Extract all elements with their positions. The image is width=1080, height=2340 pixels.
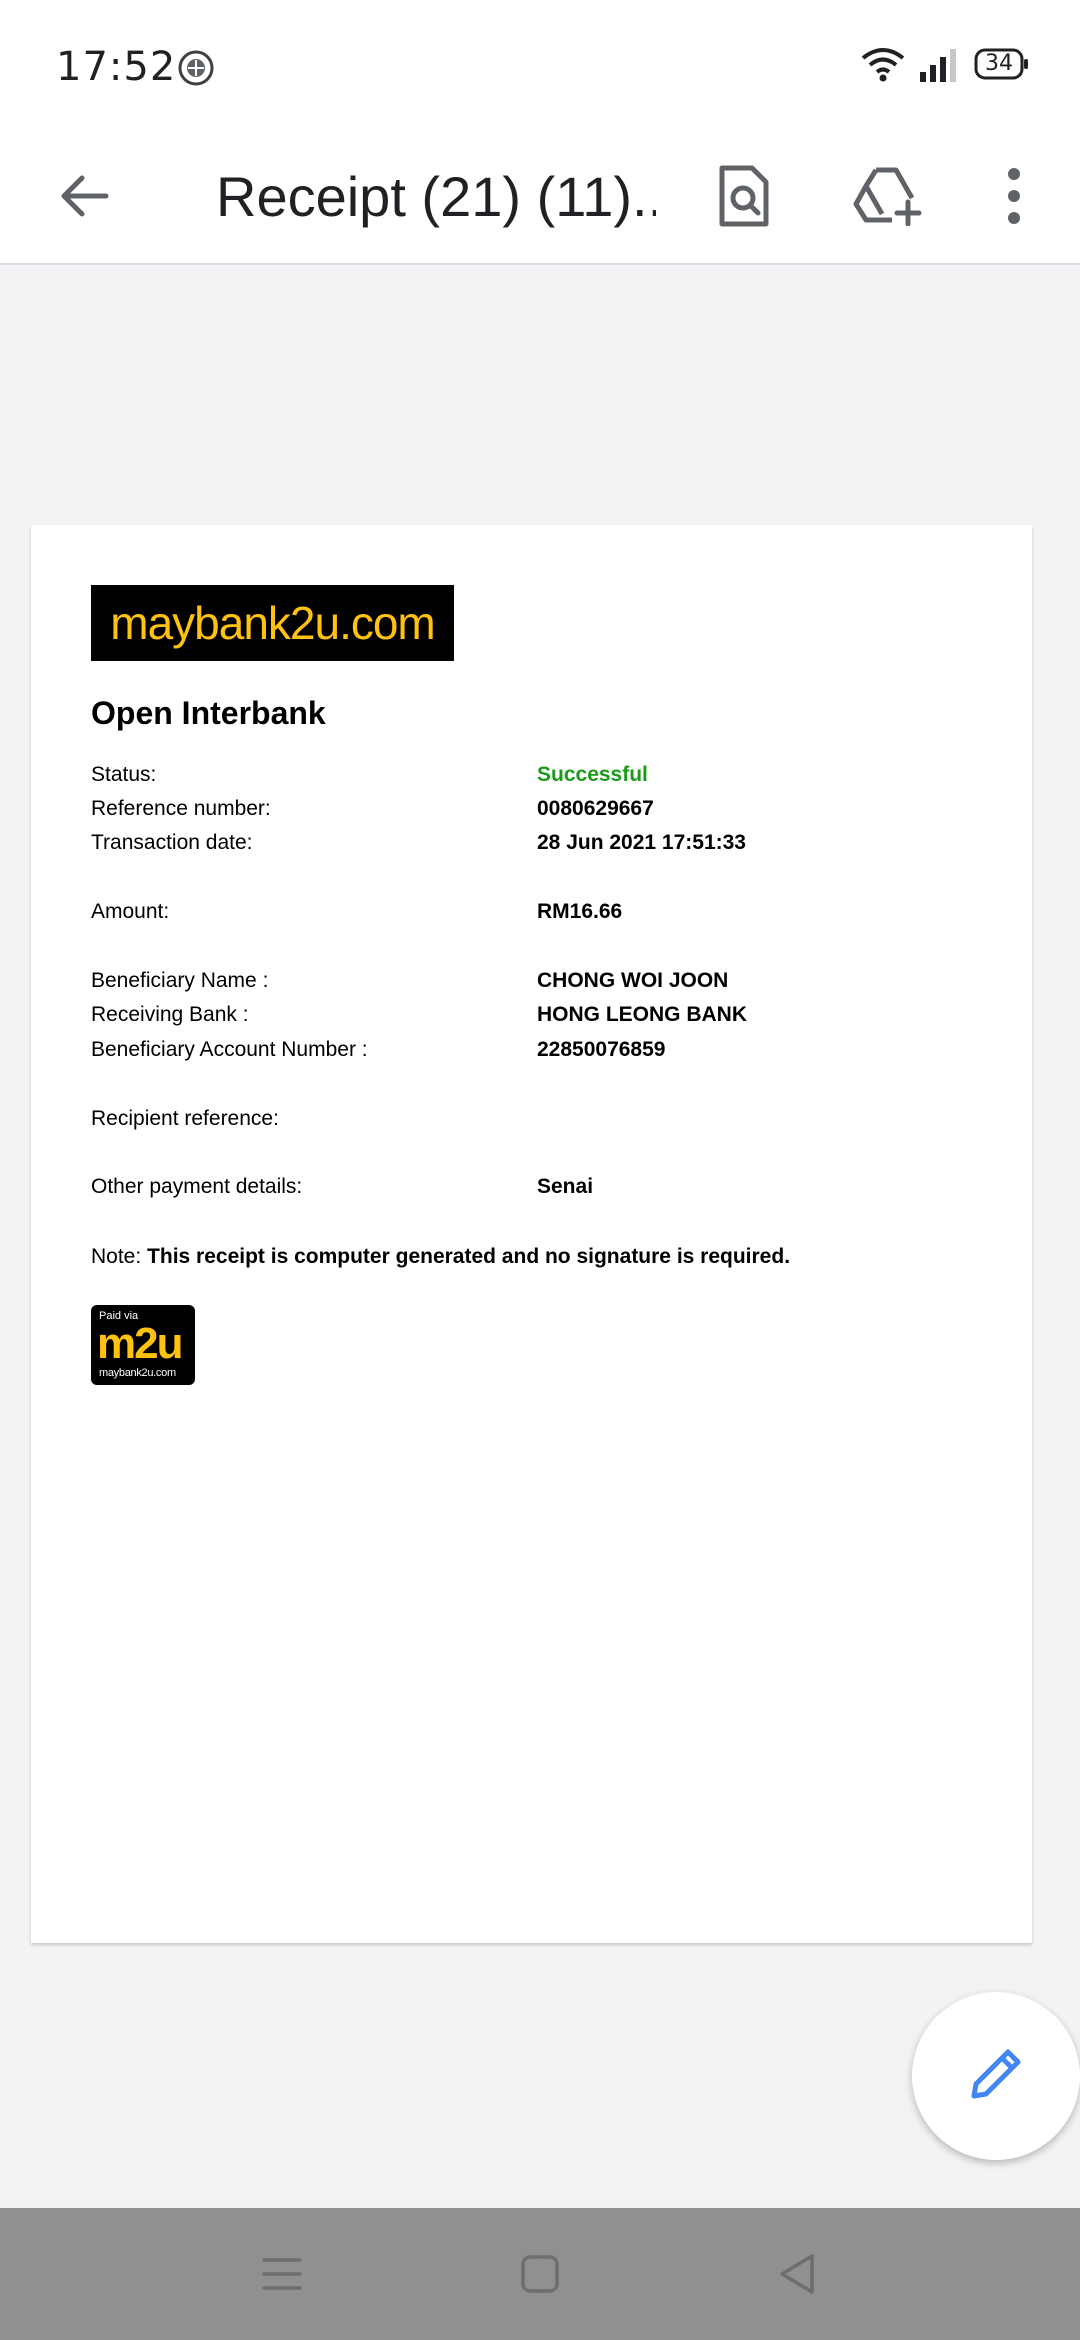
maybank2u-logo: maybank2u.com <box>91 585 454 661</box>
battery-level: 34 <box>985 51 1013 76</box>
receipt-heading: Open Interbank <box>91 695 326 731</box>
row-account-number: Beneficiary Account Number : 22850076859 <box>91 1038 991 1072</box>
note-label: Note: <box>91 1245 142 1268</box>
status-bar: 17:52 34 <box>0 0 1080 130</box>
row-label: Status: <box>91 763 157 786</box>
document-title: Receipt (21) (11).... <box>216 165 656 228</box>
row-label: Receiving Bank : <box>91 1003 249 1026</box>
row-reference: Reference number: 0080629667 <box>91 797 991 831</box>
back-button[interactable] <box>34 148 134 248</box>
add-to-drive-icon <box>852 166 924 231</box>
edit-fab-button[interactable] <box>912 1992 1080 2160</box>
status-time: 17:52 <box>56 44 177 90</box>
triangle-back-icon <box>776 2252 816 2301</box>
row-label: Recipient reference: <box>91 1107 279 1130</box>
home-button[interactable] <box>500 2236 580 2316</box>
add-to-drive-button[interactable] <box>838 148 938 248</box>
row-amount: Amount: RM16.66 <box>91 900 991 934</box>
row-label: Transaction date: <box>91 831 253 854</box>
wifi-icon <box>860 46 906 84</box>
app-toolbar: Receipt (21) (11).... <box>0 130 1080 265</box>
row-value: 0080629667 <box>537 797 654 820</box>
signal-icon <box>916 46 962 84</box>
menu-lines-icon <box>262 2256 302 2297</box>
logo-text: maybank2u.com <box>110 597 435 649</box>
battery-icon: 34 <box>974 48 1030 80</box>
row-receiving-bank: Receiving Bank : HONG LEONG BANK <box>91 1003 991 1037</box>
more-vert-icon <box>1004 166 1024 231</box>
row-value: 28 Jun 2021 17:51:33 <box>537 831 746 854</box>
notification-icon <box>176 48 216 88</box>
note-text: This receipt is computer generated and n… <box>147 1245 791 1268</box>
more-options-button[interactable] <box>964 148 1064 248</box>
row-other-payment-details: Other payment details: Senai <box>91 1175 991 1209</box>
row-label: Beneficiary Name : <box>91 969 269 992</box>
row-label: Beneficiary Account Number : <box>91 1038 368 1061</box>
row-value: 22850076859 <box>537 1038 666 1061</box>
arrow-back-icon <box>56 168 112 229</box>
row-value: HONG LEONG BANK <box>537 1003 747 1026</box>
row-recipient-reference: Recipient reference: <box>91 1107 991 1141</box>
row-value: RM16.66 <box>537 900 623 923</box>
row-transaction-date: Transaction date: 28 Jun 2021 17:51:33 <box>91 831 991 865</box>
row-value: CHONG WOI JOON <box>537 969 729 992</box>
row-label: Reference number: <box>91 797 271 820</box>
system-nav-bar <box>0 2208 1080 2340</box>
receipt-note: Note: This receipt is computer generated… <box>91 1245 790 1269</box>
document-page: maybank2u.com Open Interbank Status: Suc… <box>31 525 1032 1943</box>
find-in-page-button[interactable] <box>694 148 794 248</box>
find-in-page-icon <box>716 164 772 233</box>
paid-via-m2u-badge: Paid via m2u maybank2u.com <box>91 1305 195 1385</box>
edit-pencil-icon <box>964 2042 1028 2111</box>
badge-site: maybank2u.com <box>99 1367 176 1379</box>
recents-button[interactable] <box>242 2236 322 2316</box>
row-label: Amount: <box>91 900 170 923</box>
row-value: Senai <box>537 1175 594 1198</box>
square-home-icon <box>520 2254 560 2299</box>
row-beneficiary-name: Beneficiary Name : CHONG WOI JOON <box>91 969 991 1003</box>
row-label: Other payment details: <box>91 1175 303 1198</box>
row-status: Status: Successful <box>91 763 991 797</box>
badge-brand: m2u <box>97 1319 183 1368</box>
back-nav-button[interactable] <box>756 2236 836 2316</box>
status-value: Successful <box>537 763 648 786</box>
